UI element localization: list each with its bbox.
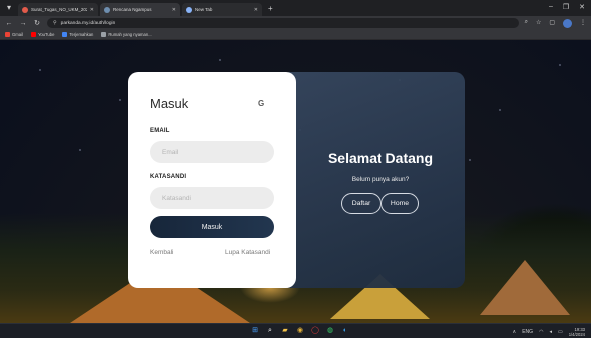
chrome-icon[interactable]: ◉ — [295, 326, 305, 336]
reload-icon[interactable]: ↻ — [33, 19, 41, 27]
zoom-icon[interactable]: ⌕ — [525, 19, 528, 28]
bookmark-item[interactable]: Terjemahkan — [62, 32, 93, 37]
pdf-tab-icon — [22, 6, 28, 13]
bookmark-label: YouTube — [37, 32, 55, 37]
clock[interactable]: 19:33 1/4/2024 — [569, 327, 585, 337]
address-bar-row: ← → ↻ ⚲ parkanda.my.id/auth/login ⌕ ☆ ▢ … — [0, 16, 591, 30]
new-tab-icon — [186, 6, 192, 13]
register-button[interactable]: Daftar — [341, 193, 381, 214]
profile-avatar[interactable] — [563, 18, 572, 28]
youtube-icon — [30, 32, 36, 37]
extensions-icon[interactable]: ▢ — [549, 19, 555, 28]
forgot-password-link[interactable]: Lupa Katasandi — [225, 249, 270, 256]
maximize-icon[interactable]: ❐ — [563, 3, 569, 11]
url-text: parkanda.my.id/auth/login — [60, 20, 116, 26]
bookmark-item[interactable]: Gmail — [5, 32, 23, 37]
wifi-icon[interactable]: ◠ — [539, 329, 543, 335]
google-icon[interactable]: G — [258, 99, 264, 108]
whatsapp-icon[interactable]: ◍ — [325, 326, 335, 336]
welcome-subtitle: Belum punya akun? — [351, 176, 410, 183]
browser-tab-strip: ▾ Surat_Tugas_NO_UKM_2023.pdf ✕ Rencana … — [0, 0, 591, 16]
system-tray: ∧ ENG ◠ ◂ ▭ 19:33 1/4/2024 — [513, 327, 585, 337]
taskbar: ⊞ ⌕ ▰ ◉ ◯ ◍ ◐ ∧ ENG ◠ ◂ ▭ 19:33 1/4/2024 — [0, 323, 591, 338]
window-controls: – ❐ ✕ — [549, 3, 585, 11]
start-windows-icon[interactable]: ⊞ — [250, 326, 260, 336]
tab-title: New Tab — [195, 7, 213, 12]
back-link[interactable]: Kembali — [150, 249, 173, 256]
browser-tab-2[interactable]: Rencana Ngampus ✕ — [100, 3, 180, 16]
menu-dots-icon[interactable]: ⋮ — [580, 19, 586, 28]
browser-tab-1[interactable]: Surat_Tugas_NO_UKM_2023.pdf ✕ — [18, 3, 98, 16]
bookmark-label: Terjemahkan — [69, 32, 94, 37]
bookmark-label: Gmail — [12, 32, 23, 37]
bookmark-item[interactable]: Rumah yang nyaman... — [101, 32, 152, 37]
close-window-icon[interactable]: ✕ — [579, 3, 585, 11]
translate-icon — [62, 32, 68, 37]
bookmark-item[interactable]: YouTube — [30, 32, 55, 37]
bookmark-star-icon[interactable]: ☆ — [536, 19, 541, 28]
volume-icon[interactable]: ◂ — [549, 329, 552, 335]
password-label: KATASANDI — [150, 174, 187, 180]
chevron-up-icon[interactable]: ∧ — [513, 329, 517, 335]
bookmark-label: Rumah yang nyaman... — [108, 32, 152, 37]
url-input[interactable]: ⚲ parkanda.my.id/auth/login — [47, 18, 519, 28]
login-button[interactable]: Masuk — [150, 216, 274, 238]
battery-icon[interactable]: ▭ — [558, 329, 563, 335]
language-indicator[interactable]: ENG — [522, 329, 533, 335]
toolbar-icons: ⌕ ☆ ▢ ⋮ — [525, 18, 586, 28]
bookmarks-bar: Gmail YouTube Terjemahkan Rumah yang nya… — [0, 30, 591, 40]
new-tab-plus-icon[interactable]: + — [268, 4, 273, 13]
site-tab-icon — [104, 6, 110, 13]
password-field[interactable] — [150, 187, 274, 209]
browser-tab-3[interactable]: New Tab ✕ — [182, 3, 262, 16]
close-tab-icon[interactable]: ✕ — [90, 7, 94, 13]
email-label: EMAIL — [150, 128, 170, 134]
home-button[interactable]: Home — [381, 193, 419, 214]
minimize-icon[interactable]: – — [549, 3, 553, 11]
welcome-title: Selamat Datang — [327, 150, 434, 166]
tab-title: Rencana Ngampus — [113, 7, 152, 12]
opera-icon[interactable]: ◯ — [310, 326, 320, 336]
gmail-icon — [5, 32, 10, 37]
email-field[interactable] — [150, 141, 274, 163]
tent-right — [480, 260, 570, 315]
close-tab-icon[interactable]: ✕ — [254, 7, 258, 13]
edge-icon[interactable]: ◐ — [340, 326, 350, 336]
site-info-icon[interactable]: ⚲ — [53, 20, 57, 26]
window-menu-icon[interactable]: ▾ — [4, 3, 14, 13]
login-title: Masuk — [150, 96, 189, 111]
page-icon — [101, 32, 107, 37]
clock-date: 1/4/2024 — [568, 332, 585, 337]
forward-arrow-icon[interactable]: → — [19, 20, 27, 27]
file-explorer-icon[interactable]: ▰ — [280, 326, 290, 336]
search-icon[interactable]: ⌕ — [265, 326, 275, 336]
back-arrow-icon[interactable]: ← — [5, 20, 13, 27]
taskbar-apps: ⊞ ⌕ ▰ ◉ ◯ ◍ ◐ — [250, 326, 350, 336]
tab-title: Surat_Tugas_NO_UKM_2023.pdf — [31, 7, 87, 12]
close-tab-icon[interactable]: ✕ — [172, 7, 176, 13]
